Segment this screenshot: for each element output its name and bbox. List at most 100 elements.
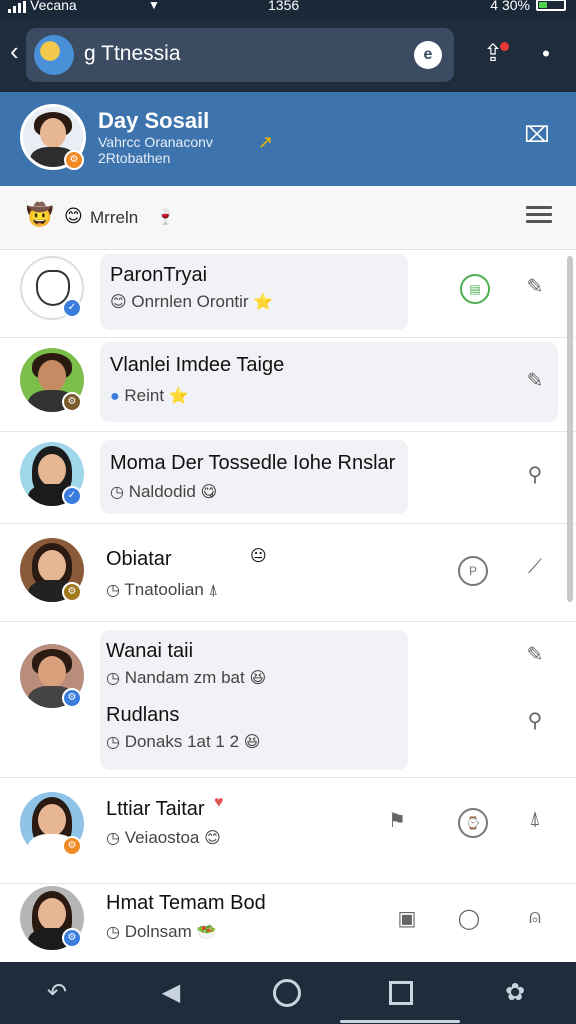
globe-icon — [34, 35, 74, 75]
clock-icon: ◷ — [106, 924, 120, 941]
chat-circle-icon[interactable]: ▤ — [460, 274, 490, 304]
heart-icon: ♥ — [214, 794, 224, 811]
profile-name: Day Sosail — [98, 108, 210, 133]
message-preview-secondary: ◷ Donaks 1at 1 2 😆 — [106, 732, 260, 752]
share-button[interactable]: ⇪ — [474, 34, 512, 74]
settings-icon[interactable]: ✿ — [498, 976, 532, 1010]
contact-name: Lttiar Taitar — [106, 798, 205, 820]
contact-name: Wanai taii — [106, 640, 194, 662]
pencil-icon[interactable]: ✎ — [520, 274, 550, 299]
conversation-row[interactable]: ⚙ Lttiar Taitar ♥ ◷ Veiaostoa 😊 ⚑ ⌚ ⍋ — [0, 778, 576, 884]
preview-text: Onrnlen Orontir — [131, 292, 249, 311]
notification-dot — [500, 42, 509, 51]
preview-text: Donaks 1at 1 2 — [124, 732, 240, 751]
torch-icon: 🍷 — [156, 209, 175, 226]
pencil-icon[interactable]: ✎ — [520, 368, 550, 393]
verified-badge-icon: ⚙ — [62, 688, 82, 708]
recents-icon — [389, 981, 413, 1005]
star-icon: ⭐ — [253, 294, 274, 311]
verified-badge-icon: ✓ — [62, 298, 82, 318]
carrier-name: Vecana — [30, 0, 77, 13]
flag-icon[interactable]: ⚑ — [382, 808, 412, 833]
recents-button[interactable] — [384, 976, 418, 1010]
conversation-row[interactable]: ✓ Moma Der Tossedle Iohe Rnslar ◷ Naldod… — [0, 432, 576, 524]
user-icon[interactable]: ⍝ — [520, 906, 550, 929]
conversation-row[interactable]: ⚙ Wanai taii ◷ Nandam zm bat 😆 Rudlans ◷… — [0, 622, 576, 778]
filter-label[interactable]: Mrreln — [90, 208, 138, 228]
pin-icon[interactable]: ⟋ — [520, 556, 550, 579]
smile-icon: 😊 — [204, 830, 221, 847]
star-icon: ⭐ — [168, 388, 189, 405]
bell-icon: ⍋ — [208, 582, 219, 599]
contact-name: ParonTryai — [110, 264, 208, 286]
edit-profile-icon[interactable]: ⌧ — [520, 122, 554, 148]
menu-icon[interactable] — [526, 206, 552, 230]
back-button[interactable]: ‹ — [10, 38, 19, 64]
status-bar: Vecana ▼ 1356 4 30% — [0, 0, 576, 18]
preview-text: Tnatoolian — [124, 580, 204, 599]
wifi-icon: ▼ — [148, 0, 160, 12]
conversation-row[interactable]: ⚙ Hmat Temam Bod ◷ Dolnsam 🥗 ▣ ◯ ⍝ — [0, 884, 576, 962]
home-button[interactable] — [270, 976, 304, 1010]
refresh-icon[interactable]: ◯ — [454, 906, 484, 931]
clock: 1356 — [268, 0, 300, 13]
battery-icon — [536, 0, 566, 11]
smile-icon: 😆 — [249, 670, 267, 687]
chat-circle-icon[interactable]: P — [458, 556, 488, 586]
pencil-icon[interactable]: ✎ — [520, 642, 550, 667]
home-icon — [273, 979, 301, 1007]
calendar-icon[interactable]: ▣ — [392, 906, 422, 931]
profile-badge-icon: ⚙ — [64, 150, 84, 170]
scrollbar[interactable] — [567, 256, 573, 602]
preview-text: Dolnsam — [124, 922, 192, 941]
search-icon[interactable]: ⚲ — [520, 708, 550, 733]
preview-text: Veiaostoa — [124, 828, 200, 847]
navigation-bar: ↶ ◀ ✿ — [0, 962, 576, 1024]
profile-header: ⚙ Day Sosail Vahrcc Oranaconv 2Rtobathen… — [0, 92, 576, 186]
preview-text: Nandam zm bat — [124, 668, 245, 687]
back-nav-icon[interactable]: ◀ — [154, 976, 188, 1010]
food-icon: 🥗 — [196, 924, 217, 941]
clock-icon: ◷ — [110, 484, 124, 501]
dot-icon: ● — [110, 388, 120, 405]
more-options-button[interactable]: • — [528, 36, 564, 72]
profile-subtitle: Vahrcc Oranaconv — [98, 134, 213, 150]
search-icon[interactable]: ⚲ — [520, 462, 550, 487]
bell-icon[interactable]: ⍋ — [520, 808, 550, 831]
message-preview: ◷ Naldodid 😋 — [110, 482, 217, 502]
search-text: g Ttnessia — [84, 42, 181, 65]
carrier: Vecana — [8, 0, 77, 13]
undo-icon[interactable]: ↶ — [40, 976, 74, 1010]
clock-icon: ◷ — [106, 734, 120, 751]
search-box[interactable]: g Ttnessia e — [26, 28, 454, 82]
smile-icon: 😊 — [64, 206, 83, 226]
message-preview: 😊 Onrnlen Orontir ⭐ — [110, 292, 273, 312]
chat-bubble-icon[interactable]: e — [414, 41, 442, 69]
sparkle-icon: ↗ — [258, 132, 274, 152]
contact-name: Moma Der Tossedle Iohe Rnslar — [110, 452, 396, 474]
contact-name: Vlanlei Imdee Taige — [110, 354, 285, 376]
clock-icon: ◷ — [106, 830, 120, 847]
conversation-row[interactable]: ✓ ParonTryai 😊 Onrnlen Orontir ⭐ ▤ ✎ — [0, 250, 576, 338]
profile-subtitle-secondary: 2Rtobathen — [98, 150, 171, 166]
smile-icon: 😋 — [200, 484, 218, 501]
verified-badge-icon: ✓ — [62, 486, 82, 506]
contact-name: Hmat Temam Bod — [106, 892, 266, 914]
battery-text: 4 30% — [490, 0, 530, 13]
contact-name: Obiatar — [106, 548, 172, 570]
chat-circle-icon[interactable]: ⌚ — [458, 808, 488, 838]
message-preview: ◷ Veiaostoa 😊 — [106, 828, 221, 848]
clock-icon: ◷ — [106, 582, 120, 599]
signal-icon — [8, 1, 26, 13]
conversation-row[interactable]: ⚙ Vlanlei Imdee Taige ● Reint ⭐ ✎ — [0, 338, 576, 432]
contact-name-secondary: Rudlans — [106, 704, 180, 726]
app-bar: ‹ g Ttnessia e ⇪ • — [0, 18, 576, 92]
character-icon: 🤠 — [26, 202, 54, 227]
conversation-row[interactable]: ⚙ Obiatar 😐 ◷ Tnatoolian ⍋ P ⟋ — [0, 524, 576, 622]
conversation-panel: 🤠 😊 Mrreln 🍷 ✓ ParonTryai 😊 Onrnlen Oron… — [0, 186, 576, 962]
message-preview: ◷ Nandam zm bat 😆 — [106, 668, 266, 688]
settings-badge-icon: ⚙ — [62, 582, 82, 602]
preview-text: Naldodid — [128, 482, 196, 501]
settings-badge-icon: ⚙ — [62, 928, 82, 948]
message-preview: ◷ Tnatoolian ⍋ — [106, 580, 218, 600]
